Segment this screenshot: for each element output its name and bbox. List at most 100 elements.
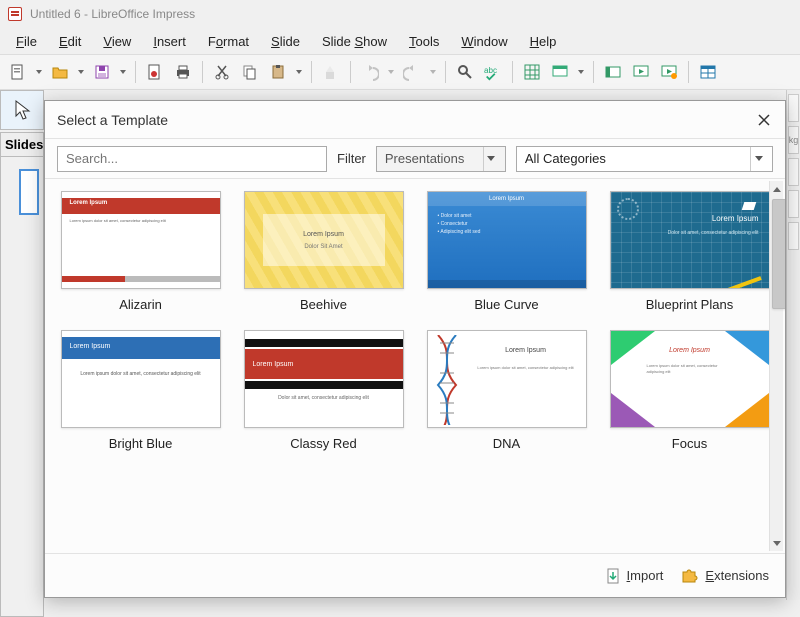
menu-edit[interactable]: Edit — [49, 31, 91, 52]
scroll-up-icon[interactable] — [770, 181, 783, 197]
template-thumb: Lorem Ipsum Lorem ipsum dolor sit amet, … — [61, 191, 221, 289]
slide-thumbnail[interactable] — [19, 169, 39, 215]
dialog-body: Lorem Ipsum Lorem ipsum dolor sit amet, … — [45, 179, 785, 553]
dialog-footer: Import Extensions — [45, 553, 785, 597]
toolbar-separator — [135, 61, 136, 83]
dock-stub[interactable] — [788, 158, 799, 186]
filter-category-value: All Categories — [525, 151, 606, 166]
dock-stub[interactable] — [788, 190, 799, 218]
template-label: DNA — [493, 436, 520, 451]
open-icon[interactable] — [48, 60, 72, 84]
dock-stub[interactable] — [788, 94, 799, 122]
dock-stub[interactable] — [788, 222, 799, 250]
slides-panel-header: Slides — [0, 132, 44, 157]
start-first-slide-icon[interactable] — [629, 60, 653, 84]
template-card-bright-blue[interactable]: Lorem Ipsum Lorem ipsum dolor sit amet, … — [55, 330, 226, 451]
template-grid: Lorem Ipsum Lorem ipsum dolor sit amet, … — [55, 191, 775, 451]
toolbar-separator — [311, 61, 312, 83]
dialog-filter-row: Filter Presentations All Categories — [45, 139, 785, 179]
chevron-down-icon — [750, 147, 766, 171]
spellcheck-icon[interactable]: abc — [481, 60, 505, 84]
window-title: Untitled 6 - LibreOffice Impress — [30, 7, 195, 21]
filter-category-combo[interactable]: All Categories — [516, 146, 773, 172]
right-sidebar-dock: kg — [786, 90, 800, 600]
template-card-blueprint-plans[interactable]: Lorem Ipsum Dolor sit amet, consectetur … — [604, 191, 775, 312]
dialog-title: Select a Template — [57, 112, 168, 128]
display-views-icon[interactable] — [548, 60, 572, 84]
slides-panel: Slides 1 — [0, 132, 44, 600]
print-icon[interactable] — [171, 60, 195, 84]
menu-view[interactable]: View — [93, 31, 141, 52]
menu-tools[interactable]: Tools — [399, 31, 449, 52]
template-label: Alizarin — [119, 297, 162, 312]
save-dropdown[interactable] — [118, 70, 128, 74]
template-thumb: Lorem Ipsum Lorem ipsum dolor sit amet, … — [610, 330, 770, 428]
select-tool[interactable] — [0, 90, 44, 130]
puzzle-icon — [681, 568, 699, 584]
redo-dropdown[interactable] — [428, 70, 438, 74]
template-thumb: Lorem Ipsum Dolor sit amet, consectetur … — [610, 191, 770, 289]
template-card-focus[interactable]: Lorem Ipsum Lorem ipsum dolor sit amet, … — [604, 330, 775, 451]
slides-panel-body: 1 — [0, 157, 44, 617]
scroll-down-icon[interactable] — [770, 535, 783, 551]
menu-slide[interactable]: Slide — [261, 31, 310, 52]
extensions-button[interactable]: Extensions — [681, 568, 769, 584]
master-slide-icon[interactable] — [601, 60, 625, 84]
titlebar: Untitled 6 - LibreOffice Impress — [0, 0, 800, 28]
close-icon[interactable] — [755, 111, 773, 129]
copy-icon[interactable] — [238, 60, 262, 84]
menu-slideshow[interactable]: Slide Show — [312, 31, 397, 52]
redo-icon[interactable] — [400, 60, 424, 84]
template-thumb: Lorem Ipsum Lorem ipsum dolor sit amet, … — [61, 330, 221, 428]
start-current-slide-icon[interactable] — [657, 60, 681, 84]
filter-label: Filter — [337, 151, 366, 166]
dock-stub[interactable]: kg — [788, 126, 799, 154]
paste-dropdown[interactable] — [294, 70, 304, 74]
filter-app-combo[interactable]: Presentations — [376, 146, 506, 172]
undo-icon[interactable] — [358, 60, 382, 84]
chevron-down-icon — [483, 147, 499, 171]
menu-format[interactable]: Format — [198, 31, 259, 52]
new-icon[interactable] — [6, 60, 30, 84]
paste-icon[interactable] — [266, 60, 290, 84]
template-dialog: Select a Template Filter Presentations A… — [44, 100, 786, 598]
template-card-dna[interactable]: Lorem Ipsum Lorem ipsum dolor sit amet, … — [421, 330, 592, 451]
menu-help[interactable]: Help — [520, 31, 567, 52]
new-dropdown[interactable] — [34, 70, 44, 74]
insert-table-icon[interactable] — [696, 60, 720, 84]
toolbar-separator — [202, 61, 203, 83]
open-dropdown[interactable] — [76, 70, 86, 74]
menu-window[interactable]: Window — [451, 31, 517, 52]
clone-format-icon[interactable] — [319, 60, 343, 84]
grid-icon[interactable] — [520, 60, 544, 84]
filter-app-value: Presentations — [385, 151, 465, 166]
template-card-beehive[interactable]: Lorem Ipsum Dolor Sit Amet Beehive — [238, 191, 409, 312]
toolbar-separator — [688, 61, 689, 83]
main-toolbar: abc — [0, 54, 800, 90]
toolbar-separator — [593, 61, 594, 83]
cut-icon[interactable] — [210, 60, 234, 84]
template-label: Bright Blue — [109, 436, 173, 451]
export-pdf-icon[interactable] — [143, 60, 167, 84]
display-views-dropdown[interactable] — [576, 70, 586, 74]
menu-file[interactable]: File — [6, 31, 47, 52]
app-icon — [8, 7, 22, 21]
toolbar-separator — [512, 61, 513, 83]
search-input[interactable] — [57, 146, 327, 172]
template-label: Blueprint Plans — [646, 297, 733, 312]
undo-dropdown[interactable] — [386, 70, 396, 74]
template-card-classy-red[interactable]: Lorem Ipsum Dolor sit amet, consectetur … — [238, 330, 409, 451]
menu-insert[interactable]: Insert — [143, 31, 196, 52]
template-label: Beehive — [300, 297, 347, 312]
template-thumb: Lorem Ipsum Lorem ipsum dolor sit amet, … — [427, 330, 587, 428]
menubar: File Edit View Insert Format Slide Slide… — [0, 28, 800, 54]
template-label: Classy Red — [290, 436, 356, 451]
template-card-blue-curve[interactable]: Lorem Ipsum • Dolor sit amet• Consectetu… — [421, 191, 592, 312]
import-button[interactable]: Import — [605, 567, 664, 585]
find-replace-icon[interactable] — [453, 60, 477, 84]
template-card-alizarin[interactable]: Lorem Ipsum Lorem ipsum dolor sit amet, … — [55, 191, 226, 312]
template-thumb: Lorem Ipsum Dolor Sit Amet — [244, 191, 404, 289]
scroll-thumb[interactable] — [772, 199, 785, 309]
save-icon[interactable] — [90, 60, 114, 84]
dialog-scrollbar[interactable] — [769, 181, 783, 551]
